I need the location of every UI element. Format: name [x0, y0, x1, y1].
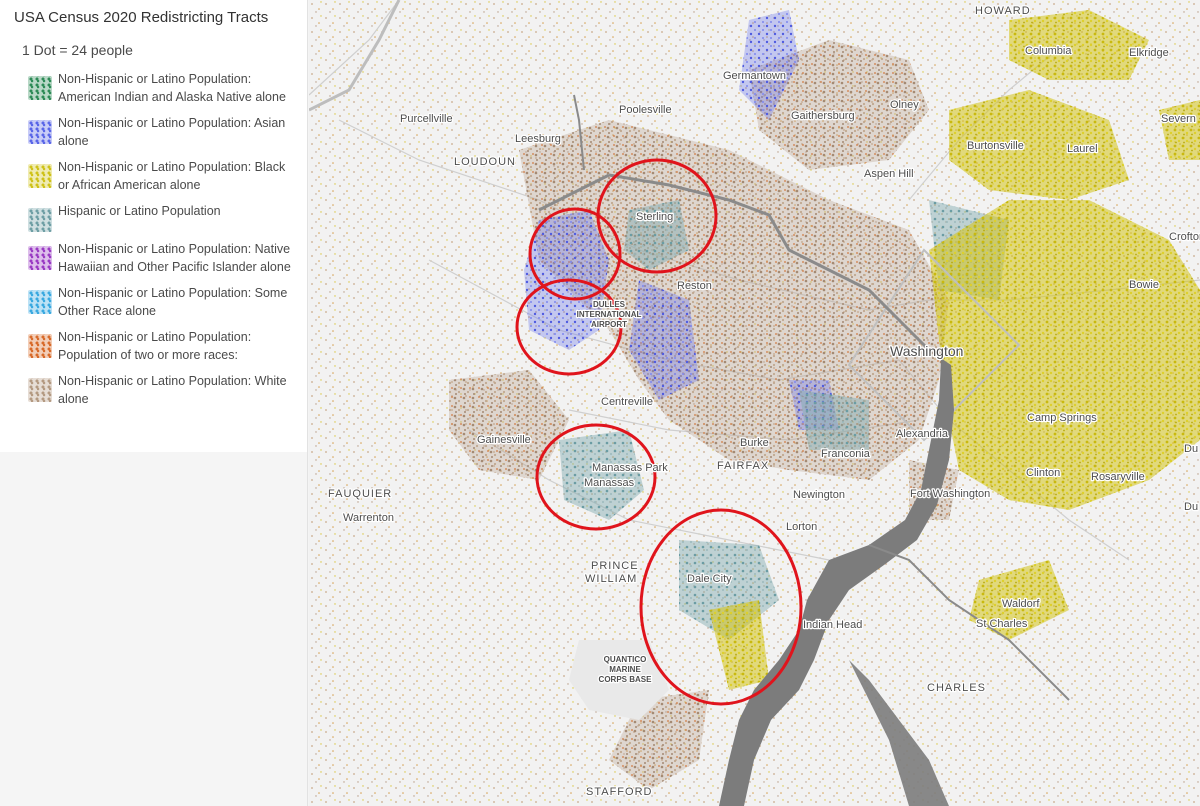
- legend-item-label: Non-Hispanic or Latino Population: Popul…: [58, 330, 252, 362]
- label-dulles-1: DULLES: [593, 300, 626, 309]
- legend-swatch-icon: [28, 76, 52, 100]
- legend-panel: USA Census 2020 Redistricting Tracts 1 D…: [0, 0, 308, 452]
- label-stafford: STAFFORD: [586, 786, 652, 798]
- label-olney: Olney: [890, 99, 919, 111]
- hispanic-pop-region: [799, 390, 869, 450]
- legend-item: Non-Hispanic or Latino Population: Asian…: [28, 114, 298, 150]
- label-manassas: Manassas: [584, 477, 635, 489]
- legend-item: Non-Hispanic or Latino Population: Popul…: [28, 328, 298, 364]
- legend-item-label: Non-Hispanic or Latino Population: Black…: [58, 160, 286, 192]
- legend-swatch-icon: [28, 164, 52, 188]
- label-du-2: Du: [1184, 501, 1198, 513]
- label-gaithersburg: Gaithersburg: [791, 110, 855, 122]
- map-view[interactable]: HOWARD Columbia Elkridge Germantown Olne…: [309, 0, 1200, 806]
- legend-swatch-icon: [28, 120, 52, 144]
- label-centreville: Centreville: [601, 396, 653, 408]
- legend-swatch-icon: [28, 246, 52, 270]
- legend-item-label: Non-Hispanic or Latino Population: Ameri…: [58, 72, 286, 104]
- label-warrenton: Warrenton: [343, 512, 394, 524]
- label-quantico-3: CORPS BASE: [599, 675, 653, 684]
- label-poolesville: Poolesville: [619, 104, 672, 116]
- label-indian-head: Indian Head: [803, 619, 862, 631]
- legend-item: Non-Hispanic or Latino Population: Black…: [28, 158, 298, 194]
- label-fauquier: FAUQUIER: [328, 488, 392, 500]
- legend-item-label: Hispanic or Latino Population: [58, 204, 221, 218]
- label-germantown: Germantown: [723, 70, 786, 82]
- label-dale-city: Dale City: [687, 573, 732, 585]
- label-gainesville: Gainesville: [477, 434, 531, 446]
- legend-swatch-icon: [28, 290, 52, 314]
- label-prince: PRINCE: [591, 560, 639, 572]
- legend-list: Non-Hispanic or Latino Population: Ameri…: [28, 70, 298, 416]
- legend-panel-empty-area: [0, 452, 308, 806]
- legend-swatch-icon: [28, 378, 52, 402]
- label-charles: CHARLES: [927, 682, 986, 694]
- black-pop-region: [929, 200, 1200, 510]
- label-clinton: Clinton: [1026, 467, 1060, 479]
- label-lorton: Lorton: [786, 521, 817, 533]
- legend-swatch-icon: [28, 334, 52, 358]
- label-bowie: Bowie: [1129, 279, 1159, 291]
- label-quantico-2: MARINE: [609, 665, 641, 674]
- label-dulles-3: AIRPORT: [591, 320, 627, 329]
- legend-scale: 1 Dot = 24 people: [22, 42, 133, 58]
- label-quantico-1: QUANTICO: [604, 655, 647, 664]
- legend-item: Non-Hispanic or Latino Population: Nativ…: [28, 240, 298, 276]
- map-canvas[interactable]: HOWARD Columbia Elkridge Germantown Olne…: [309, 0, 1200, 806]
- label-fairfax: FAIRFAX: [717, 460, 769, 472]
- label-washington: Washington: [890, 343, 963, 359]
- label-severn: Severn: [1161, 113, 1196, 125]
- label-fort-washington: Fort Washington: [910, 488, 990, 500]
- label-aspen-hill: Aspen Hill: [864, 168, 914, 180]
- legend-title: USA Census 2020 Redistricting Tracts: [14, 9, 269, 26]
- label-burke: Burke: [740, 437, 769, 449]
- label-burtonsville: Burtonsville: [967, 140, 1024, 152]
- label-crofton: Crofton: [1169, 231, 1200, 243]
- label-dulles-2: INTERNATIONAL: [577, 310, 642, 319]
- label-william: WILLIAM: [585, 573, 637, 585]
- legend-item-label: Non-Hispanic or Latino Population: Some …: [58, 286, 288, 318]
- legend-item: Hispanic or Latino Population: [28, 202, 298, 232]
- legend-item: Non-Hispanic or Latino Population: Ameri…: [28, 70, 298, 106]
- label-franconia: Franconia: [821, 448, 871, 460]
- label-reston: Reston: [677, 280, 712, 292]
- label-purcellville: Purcellville: [400, 113, 453, 125]
- legend-item: Non-Hispanic or Latino Population: Some …: [28, 284, 298, 320]
- legend-item-label: Non-Hispanic or Latino Population: Nativ…: [58, 242, 291, 274]
- label-laurel: Laurel: [1067, 143, 1098, 155]
- label-elkridge: Elkridge: [1129, 47, 1169, 59]
- label-rosaryville: Rosaryville: [1091, 471, 1145, 483]
- legend-item-label: Non-Hispanic or Latino Population: White…: [58, 374, 287, 406]
- legend-item-label: Non-Hispanic or Latino Population: Asian…: [58, 116, 286, 148]
- label-du-1: Du: [1184, 443, 1198, 455]
- label-leesburg: Leesburg: [515, 133, 561, 145]
- label-newington: Newington: [793, 489, 845, 501]
- label-sterling: Sterling: [636, 211, 673, 223]
- label-alexandria: Alexandria: [896, 428, 949, 440]
- label-camp-springs: Camp Springs: [1027, 412, 1097, 424]
- legend-swatch-icon: [28, 208, 52, 232]
- label-loudoun: LOUDOUN: [454, 156, 516, 168]
- label-st-charles: St Charles: [976, 618, 1028, 630]
- label-howard: HOWARD: [975, 5, 1031, 17]
- legend-item: Non-Hispanic or Latino Population: White…: [28, 372, 298, 408]
- label-columbia: Columbia: [1025, 45, 1072, 57]
- label-waldorf: Waldorf: [1002, 598, 1040, 610]
- label-manassas-park: Manassas Park: [592, 462, 668, 474]
